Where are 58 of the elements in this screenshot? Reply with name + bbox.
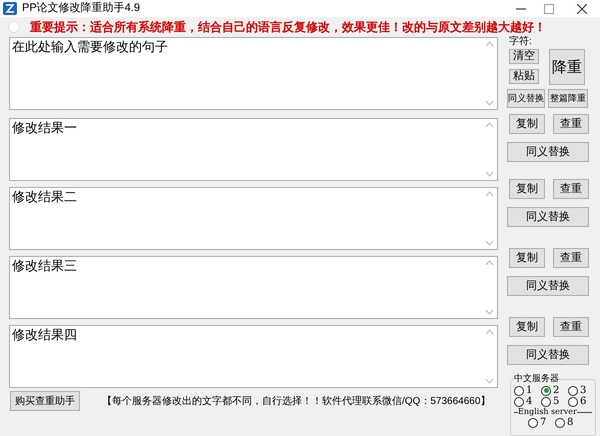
radio-label: 3 xyxy=(580,385,586,396)
radio-button[interactable] xyxy=(568,386,578,396)
text-area[interactable]: 修改结果一 xyxy=(9,118,498,181)
check-button[interactable]: 查重 xyxy=(553,248,589,268)
synonym-button[interactable]: 同义替换 xyxy=(507,207,589,227)
radio-button[interactable] xyxy=(514,386,524,396)
server-group-label: English server xyxy=(518,407,577,417)
radio-button[interactable] xyxy=(514,396,524,406)
scroll-down-icon[interactable] xyxy=(484,240,494,246)
check-button[interactable]: 查重 xyxy=(553,179,589,199)
window-title: PP论文修改降重助手4.9 xyxy=(22,0,140,16)
radio-label: 6 xyxy=(580,396,586,407)
radio-button[interactable] xyxy=(528,418,538,428)
maximize-icon[interactable] xyxy=(544,4,554,14)
scroll-down-icon[interactable] xyxy=(484,100,494,106)
check-button[interactable]: 查重 xyxy=(553,114,589,134)
text-area[interactable]: 修改结果四 xyxy=(9,325,498,388)
synonym-button[interactable]: 同义替换 xyxy=(507,345,589,365)
copy-button[interactable]: 复制 xyxy=(509,114,545,134)
scroll-down-icon[interactable] xyxy=(484,309,494,315)
radio-button[interactable] xyxy=(568,396,578,406)
radio-label: 7 xyxy=(540,417,546,428)
scroll-up-icon[interactable] xyxy=(484,260,494,266)
radio-label: 4 xyxy=(526,396,532,407)
footer-note: 【每个服务器修改出的文字都不同，自行选择！！软件代理联系微信/QQ：573664660】 xyxy=(102,394,490,409)
scroll-up-icon[interactable] xyxy=(484,122,494,128)
copy-button[interactable]: 复制 xyxy=(509,179,545,199)
server-group-title: 中文服务器 xyxy=(514,373,559,384)
scroll-down-icon[interactable] xyxy=(484,171,494,177)
text-area[interactable]: 修改结果二 xyxy=(9,187,498,250)
paste-button[interactable]: 粘贴 xyxy=(509,69,539,84)
synonym-button[interactable]: 同义替换 xyxy=(507,142,589,162)
close-icon[interactable] xyxy=(577,4,587,14)
text-area[interactable]: 修改结果三 xyxy=(9,256,498,319)
copy-button[interactable]: 复制 xyxy=(509,317,545,337)
radio-label: 1 xyxy=(526,385,532,396)
radio-label: 8 xyxy=(567,417,574,428)
check-button[interactable]: 查重 xyxy=(553,317,589,337)
notice-checkbox[interactable] xyxy=(8,21,20,33)
notice-text: 重要提示：适合所有系统降重，结合自己的语言反复修改，效果更佳！改的与原文差别越大越好！ xyxy=(30,19,546,36)
radio-button[interactable] xyxy=(541,386,551,396)
synonym-button[interactable]: 同义替换 xyxy=(507,89,545,108)
scroll-down-icon[interactable] xyxy=(484,378,494,384)
scroll-up-icon[interactable] xyxy=(484,329,494,335)
scroll-up-icon[interactable] xyxy=(484,41,494,47)
reduce-button[interactable]: 降重 xyxy=(549,49,585,85)
scroll-up-icon[interactable] xyxy=(484,191,494,197)
radio-label: 2 xyxy=(553,385,560,396)
radio-button[interactable] xyxy=(541,396,551,406)
whole-reduce-button[interactable]: 整篇降重 xyxy=(548,89,588,108)
char-label: 字符: xyxy=(509,36,533,48)
radio-button[interactable] xyxy=(555,418,565,428)
buy-button[interactable]: 购买查重助手 xyxy=(10,391,80,411)
text-area[interactable]: 在此处输入需要修改的句子 xyxy=(9,37,498,110)
clear-button[interactable]: 清空 xyxy=(509,49,539,64)
synonym-button[interactable]: 同义替换 xyxy=(507,276,589,296)
radio-label: 5 xyxy=(553,396,560,407)
copy-button[interactable]: 复制 xyxy=(509,248,545,268)
